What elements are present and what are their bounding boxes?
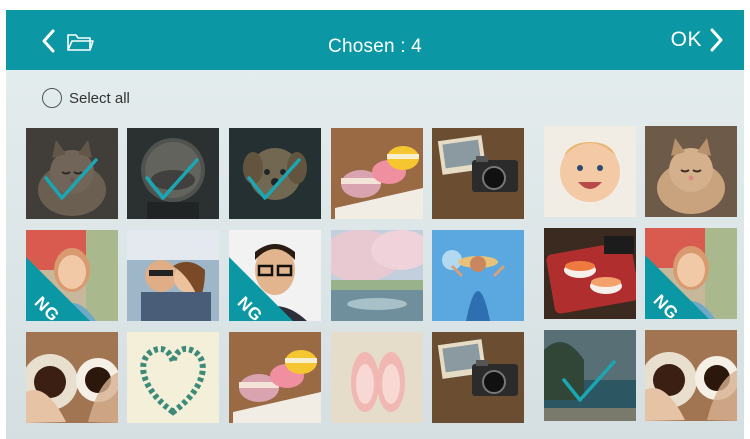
baby-image: [544, 126, 636, 217]
photo-thumbnail[interactable]: [331, 332, 423, 423]
macarons-image: [229, 332, 321, 423]
ok-button[interactable]: OK: [671, 26, 724, 54]
top-bar: Chosen : 4 OK: [6, 10, 744, 70]
photo-thumbnail[interactable]: [544, 330, 636, 421]
gallery-screen: Chosen : 4 OK Select all NG NG NG: [6, 10, 744, 439]
ng-badge: NG: [229, 251, 299, 321]
ng-badge: NG: [645, 249, 715, 319]
checkmark-icon: [127, 128, 219, 219]
camera-photos-image: [432, 332, 524, 423]
camera-photos-image: [432, 128, 524, 219]
photo-thumbnail[interactable]: [229, 332, 321, 423]
sushi-image: [544, 228, 636, 319]
woman-hat-sky-image: [432, 230, 524, 321]
photo-thumbnail[interactable]: [544, 228, 636, 319]
photo-thumbnail[interactable]: [229, 128, 321, 219]
kitten-image: [645, 126, 737, 217]
page-title: Chosen : 4: [328, 36, 422, 57]
photo-thumbnail[interactable]: [432, 230, 524, 321]
photo-thumbnail[interactable]: NG: [229, 230, 321, 321]
photo-thumbnail[interactable]: NG: [26, 230, 118, 321]
photo-thumbnail[interactable]: [645, 126, 737, 217]
select-all-radio[interactable]: [42, 88, 62, 108]
bead-heart-image: [127, 332, 219, 423]
photo-thumbnail[interactable]: [127, 332, 219, 423]
photo-thumbnail[interactable]: [127, 128, 219, 219]
photo-thumbnail[interactable]: [544, 126, 636, 217]
select-all-toggle[interactable]: Select all: [42, 88, 130, 108]
photo-thumbnail[interactable]: [26, 128, 118, 219]
couple-selfie-image: [127, 230, 219, 321]
photo-thumbnail[interactable]: [432, 332, 524, 423]
pink-shoes-image: [331, 332, 423, 423]
ng-badge: NG: [26, 251, 96, 321]
checkmark-icon: [229, 128, 321, 219]
coffee-cups-image: [645, 330, 737, 421]
photo-thumbnail[interactable]: [331, 230, 423, 321]
checkmark-icon: [26, 128, 118, 219]
photo-thumbnail[interactable]: [331, 128, 423, 219]
photo-thumbnail[interactable]: NG: [645, 228, 737, 319]
select-all-label: Select all: [69, 89, 130, 107]
cherry-blossom-image: [331, 230, 423, 321]
photo-thumbnail[interactable]: [127, 230, 219, 321]
coffee-cups-image: [26, 332, 118, 423]
ok-label: OK: [670, 28, 702, 51]
photo-thumbnail[interactable]: [645, 330, 737, 421]
chevron-right-icon: [710, 28, 723, 52]
photo-thumbnail[interactable]: [26, 332, 118, 423]
macarons-image: [331, 128, 423, 219]
photo-thumbnail[interactable]: [432, 128, 524, 219]
checkmark-icon: [544, 330, 636, 421]
